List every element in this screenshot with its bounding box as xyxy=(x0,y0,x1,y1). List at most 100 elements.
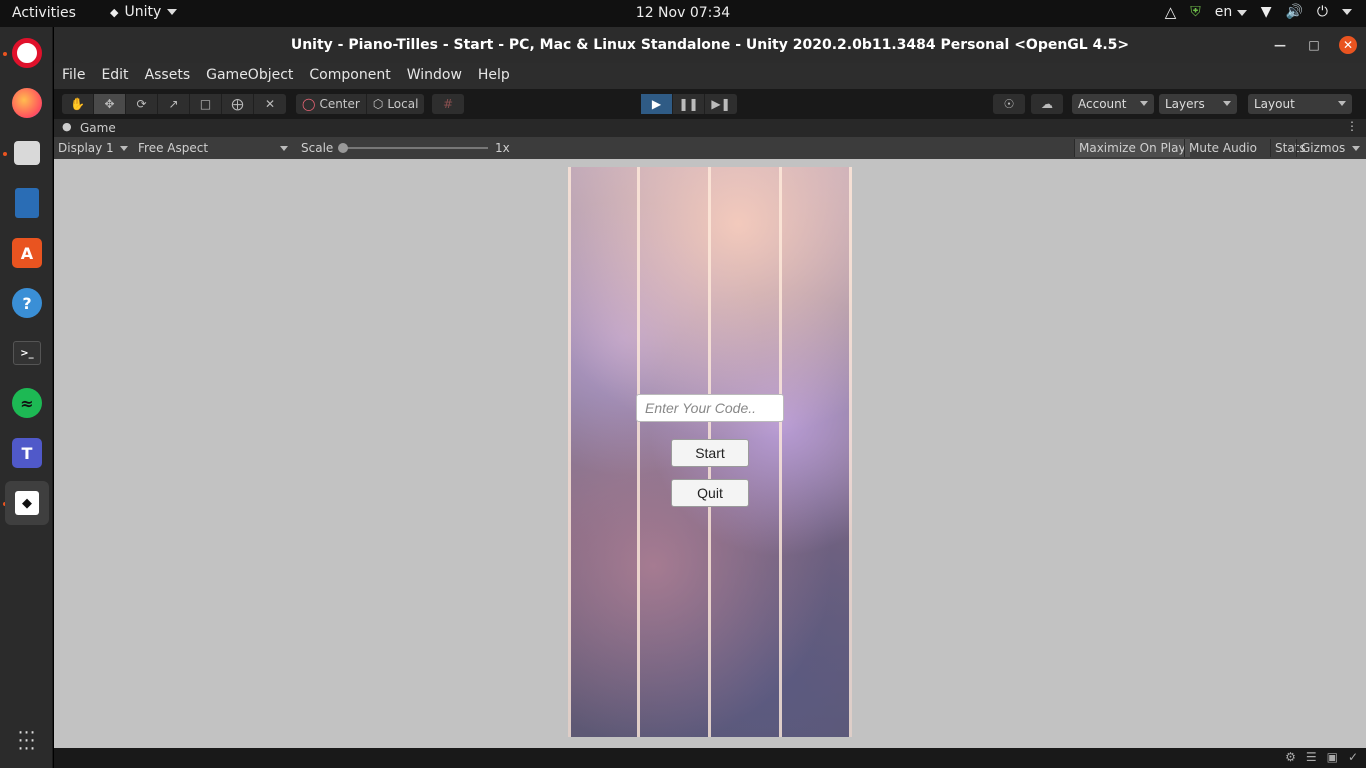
folder-icon xyxy=(14,141,40,165)
code-input[interactable] xyxy=(636,394,784,422)
collab-group: ☉ xyxy=(993,94,1025,114)
maximize-button[interactable]: □ xyxy=(1305,36,1323,54)
gamepad-icon: ● xyxy=(62,120,72,133)
aspect-label: Free Aspect xyxy=(138,141,209,155)
game-view-tab[interactable]: ● Game ⋮ xyxy=(54,119,1366,137)
hand-tool-icon[interactable]: ✋ xyxy=(62,94,94,114)
terminal-icon: >_ xyxy=(13,341,41,365)
maximize-on-play-toggle[interactable]: Maximize On Play xyxy=(1074,139,1190,157)
dock-unity[interactable]: ◆ xyxy=(5,481,49,525)
menu-help[interactable]: Help xyxy=(470,63,518,89)
chevron-down-icon xyxy=(1352,146,1360,151)
display-label: Display 1 xyxy=(58,141,114,155)
pivot-toggle[interactable]: ◯ Center xyxy=(296,94,367,114)
close-button[interactable]: ✕ xyxy=(1339,36,1357,54)
dock-teams[interactable]: T xyxy=(5,431,49,475)
transform-tool-icon[interactable]: ⨁ xyxy=(222,94,254,114)
software-store-icon: A xyxy=(12,238,42,268)
layers-dropdown[interactable]: Layers xyxy=(1159,94,1237,114)
rect-tool-icon[interactable]: □ xyxy=(190,94,222,114)
chevron-down-icon xyxy=(1223,101,1231,106)
display-dropdown[interactable]: Display 1 xyxy=(54,139,132,157)
dock-files[interactable] xyxy=(5,131,49,175)
scale-value: 1x xyxy=(495,141,510,155)
pause-button[interactable]: ❚❚ xyxy=(673,94,705,114)
play-button[interactable]: ▶ xyxy=(641,94,673,114)
scale-slider[interactable] xyxy=(338,143,488,153)
mute-audio-toggle[interactable]: Mute Audio xyxy=(1184,139,1261,157)
show-applications-button[interactable]: ⋯ ⋯ ⋯ xyxy=(5,719,49,763)
system-tray: △ ⛨ en ▼ 🔊 ⏻ xyxy=(1165,3,1352,21)
play-controls: ▶ ❚❚ ▶❚ xyxy=(641,94,737,114)
unity-icon: ◆ xyxy=(15,491,39,515)
dock-firefox[interactable] xyxy=(5,81,49,125)
rotate-tool-icon[interactable]: ⟳ xyxy=(126,94,158,114)
layout-dropdown[interactable]: Layout xyxy=(1248,94,1352,114)
volume-icon[interactable]: 🔊 xyxy=(1285,4,1302,20)
menu-edit[interactable]: Edit xyxy=(93,63,136,89)
grid-icon: ⋯ ⋯ ⋯ xyxy=(17,722,37,759)
gizmos-dropdown[interactable] xyxy=(1348,139,1364,157)
menu-gameobject[interactable]: GameObject xyxy=(198,63,301,89)
power-icon[interactable]: ⏻ xyxy=(1317,4,1328,20)
lane-divider xyxy=(637,167,640,737)
scale-label: Scale xyxy=(301,141,334,155)
cache-icon[interactable]: ☰ xyxy=(1306,750,1317,764)
opera-icon xyxy=(12,38,42,68)
dock-software[interactable]: A xyxy=(5,231,49,275)
custom-tool-icon[interactable]: ✕ xyxy=(254,94,286,114)
scale-slider-handle[interactable] xyxy=(338,143,348,153)
cube-icon: ⬡ xyxy=(372,97,384,111)
chevron-down-icon xyxy=(1236,10,1247,16)
game-viewport[interactable]: Start Quit xyxy=(54,159,1366,748)
clock[interactable]: 12 Nov 07:34 xyxy=(0,5,1366,21)
dock-help[interactable]: ? xyxy=(5,281,49,325)
layers-label: Layers xyxy=(1165,97,1205,111)
pivot-controls: ◯ Center ⬡ Local xyxy=(296,94,425,114)
move-tool-icon[interactable]: ✥ xyxy=(94,94,126,114)
game-canvas[interactable]: Start Quit xyxy=(568,167,852,737)
unity-window: Unity - Piano-Tilles - Start - PC, Mac &… xyxy=(54,27,1366,768)
pivot-label: Center xyxy=(319,97,360,111)
chevron-down-icon xyxy=(280,146,288,151)
spotify-icon: ≈ xyxy=(12,388,42,418)
game-view-toolbar: Display 1 Free Aspect Scale 1x Maximize … xyxy=(54,137,1366,159)
shield-icon[interactable]: ⛨ xyxy=(1190,4,1201,20)
dock-terminal[interactable]: >_ xyxy=(5,331,49,375)
menu-window[interactable]: Window xyxy=(399,63,470,89)
unity-tray-icon[interactable]: △ xyxy=(1165,3,1177,21)
lane-divider xyxy=(779,167,782,737)
gizmos-toggle[interactable]: Gizmos xyxy=(1296,139,1349,157)
account-dropdown[interactable]: Account xyxy=(1072,94,1154,114)
step-button[interactable]: ▶❚ xyxy=(705,94,737,114)
quit-button[interactable]: Quit xyxy=(671,479,749,507)
teams-icon: T xyxy=(12,438,42,468)
debug-icon[interactable]: ⚙ xyxy=(1285,750,1296,764)
minimize-button[interactable]: — xyxy=(1271,36,1289,54)
lane-divider xyxy=(849,167,852,737)
more-options-icon[interactable]: ⋮ xyxy=(1346,119,1358,133)
pivot-icon: ◯ xyxy=(302,97,316,111)
check-icon[interactable]: ✓ xyxy=(1348,750,1358,764)
menu-assets[interactable]: Assets xyxy=(137,63,199,89)
aspect-dropdown[interactable]: Free Aspect xyxy=(134,139,292,157)
layout-label: Layout xyxy=(1254,97,1295,111)
chevron-down-icon[interactable] xyxy=(1342,9,1352,15)
menu-file[interactable]: File xyxy=(54,63,93,89)
start-button[interactable]: Start xyxy=(671,439,749,467)
dock-writer[interactable] xyxy=(5,181,49,225)
grid-snap-icon[interactable]: # xyxy=(432,94,464,114)
account-label: Account xyxy=(1078,97,1127,111)
status-icons: ⚙ ☰ ▣ ✓ xyxy=(1285,750,1358,764)
scale-tool-icon[interactable]: ↗ xyxy=(158,94,190,114)
bake-icon[interactable]: ▣ xyxy=(1327,750,1338,764)
collab-icon[interactable]: ☉ xyxy=(993,94,1025,114)
dock-spotify[interactable]: ≈ xyxy=(5,381,49,425)
cloud-group: ☁ xyxy=(1031,94,1063,114)
space-toggle[interactable]: ⬡ Local xyxy=(367,94,425,114)
menu-component[interactable]: Component xyxy=(301,63,398,89)
language-indicator[interactable]: en xyxy=(1215,4,1247,20)
cloud-icon[interactable]: ☁ xyxy=(1031,94,1063,114)
wifi-icon[interactable]: ▼ xyxy=(1261,4,1272,20)
dock-opera[interactable] xyxy=(5,31,49,75)
